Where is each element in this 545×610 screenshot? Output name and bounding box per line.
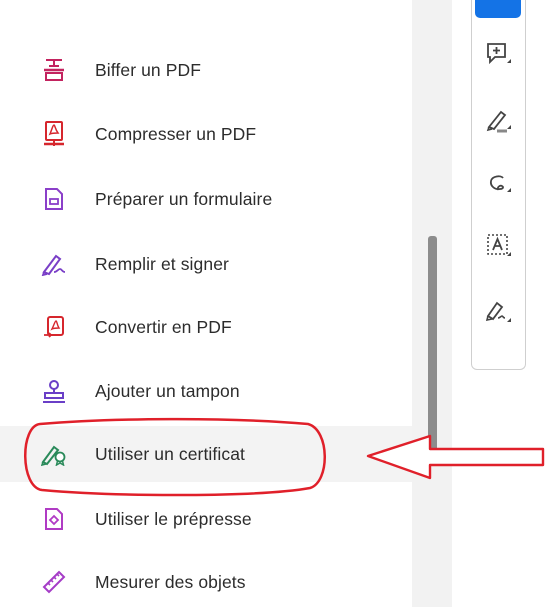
redact-icon [41, 57, 67, 83]
tools-menu: Biffer un PDF Compresser un PDF Préparer… [0, 0, 412, 607]
scrollbar-thumb[interactable] [428, 236, 437, 458]
menu-item-fill-sign[interactable]: Remplir et signer [0, 236, 412, 292]
highlight-tool-button[interactable] [479, 104, 519, 144]
menu-item-compress[interactable]: Compresser un PDF [0, 106, 412, 162]
menu-item-label: Mesurer des objets [95, 571, 246, 592]
print-production-icon [41, 506, 67, 532]
fill-sign-icon [41, 251, 67, 277]
menu-item-label: Convertir en PDF [95, 316, 232, 337]
menu-item-measure[interactable]: Mesurer des objets [0, 554, 412, 610]
convert-pdf-icon [41, 314, 67, 340]
menu-item-label: Remplir et signer [95, 253, 229, 274]
stamp-icon [41, 378, 67, 404]
menu-item-label: Compresser un PDF [95, 123, 257, 144]
add-comment-icon [485, 41, 513, 76]
text-box-tool-button[interactable] [479, 229, 519, 269]
menu-item-label: Utiliser un certificat [95, 443, 246, 464]
menu-item-redact[interactable]: Biffer un PDF [0, 42, 412, 98]
selected-tool-button[interactable] [475, 0, 521, 18]
ruler-icon [41, 569, 67, 595]
text-box-icon [485, 232, 513, 267]
sign-tool-button[interactable] [479, 295, 519, 335]
menu-item-convert[interactable]: Convertir en PDF [0, 299, 412, 355]
certificate-icon [41, 441, 67, 467]
menu-item-label: Biffer un PDF [95, 59, 202, 80]
signature-pen-icon [485, 298, 513, 333]
lasso-draw-icon [485, 170, 513, 205]
menu-item-print-production[interactable]: Utiliser le prépresse [0, 491, 412, 547]
prepare-form-icon [41, 186, 67, 212]
menu-item-certificate[interactable]: Utiliser un certificat [0, 426, 412, 482]
menu-item-label: Utiliser le prépresse [95, 508, 252, 529]
highlighter-icon [485, 107, 513, 142]
draw-tool-button[interactable] [479, 167, 519, 207]
menu-item-label: Préparer un formulaire [95, 188, 273, 209]
menu-item-label: Ajouter un tampon [95, 380, 240, 401]
menu-item-stamp[interactable]: Ajouter un tampon [0, 363, 412, 419]
compress-pdf-icon [41, 121, 67, 147]
menu-item-prepare-form[interactable]: Préparer un formulaire [0, 171, 412, 227]
add-comment-button[interactable] [479, 38, 519, 78]
